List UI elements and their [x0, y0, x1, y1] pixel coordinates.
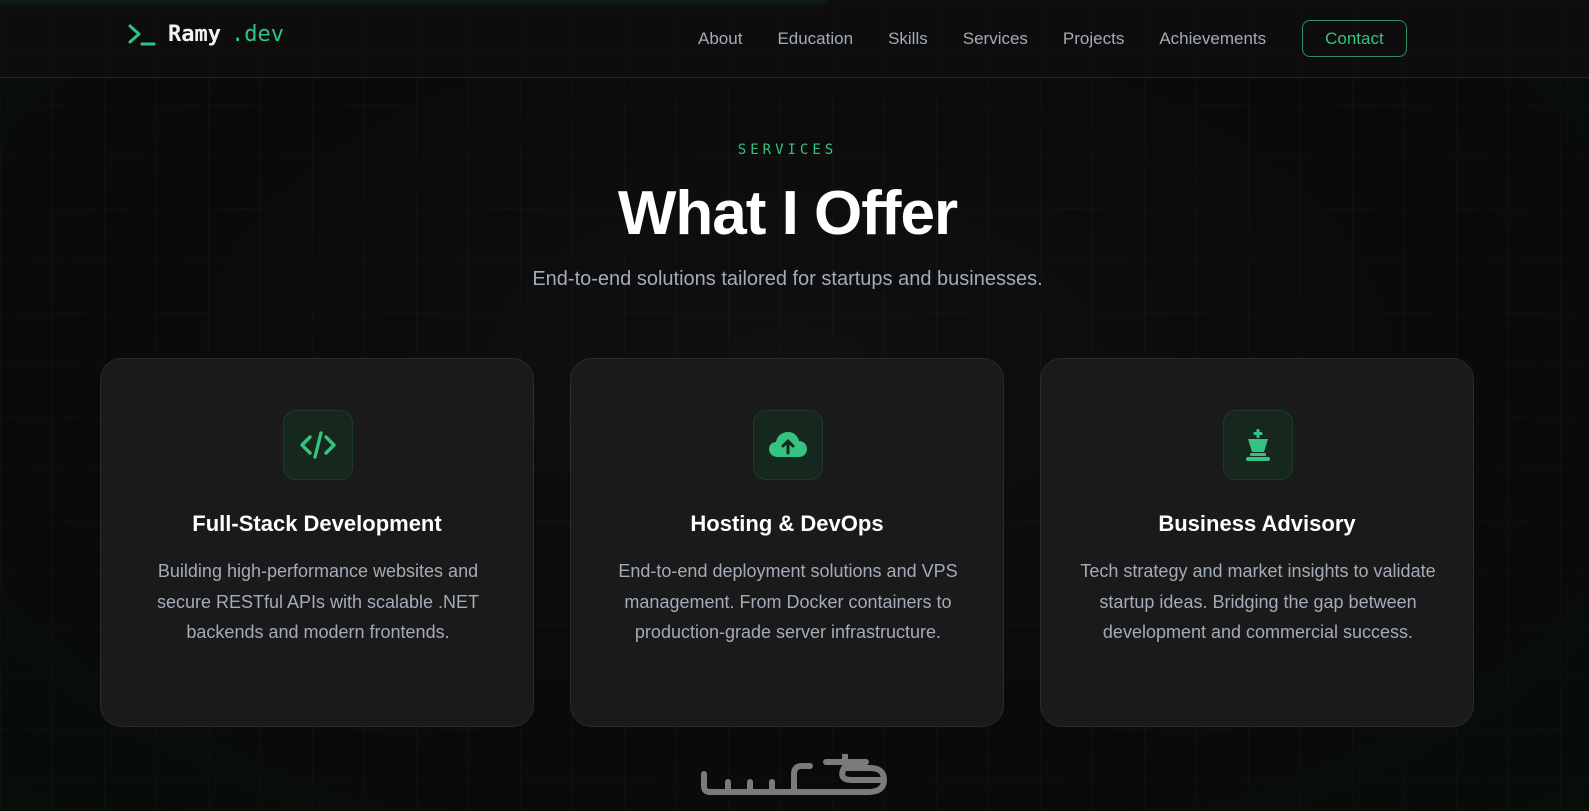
- site-header: Ramy .dev About Education Skills Service…: [0, 0, 1589, 78]
- service-icon-box: [1223, 410, 1293, 480]
- logo-tld: .dev: [230, 22, 284, 47]
- service-icon-box: [283, 410, 353, 480]
- section-title: What I Offer: [617, 179, 958, 248]
- main-nav: About Education Skills Services Projects…: [698, 20, 1407, 57]
- service-description: Building high-performance websites and s…: [156, 561, 480, 642]
- service-description: End-to-end deployment solutions and VPS …: [618, 561, 958, 642]
- nav-link-projects[interactable]: Projects: [1063, 29, 1124, 49]
- service-card-business: Business Advisory Tech strategy and mark…: [1040, 358, 1474, 727]
- nav-link-about[interactable]: About: [698, 29, 742, 49]
- cloud-upload-icon: [769, 432, 807, 457]
- contact-button[interactable]: Contact: [1302, 20, 1407, 57]
- watermark-logo: [701, 754, 887, 795]
- service-card-hosting: Hosting & DevOps End-to-end deployment s…: [570, 358, 1004, 727]
- service-title: Hosting & DevOps: [690, 511, 884, 536]
- nav-link-skills[interactable]: Skills: [888, 29, 928, 49]
- nav-link-services[interactable]: Services: [963, 29, 1028, 49]
- logo-name: Ramy: [168, 22, 221, 47]
- terminal-prompt-icon: [128, 24, 156, 45]
- site-logo[interactable]: Ramy .dev: [128, 22, 284, 47]
- nav-link-achievements[interactable]: Achievements: [1159, 29, 1266, 49]
- code-icon: [300, 431, 336, 459]
- service-card-full-stack: Full-Stack Development Building high-per…: [100, 358, 534, 727]
- service-description: Tech strategy and market insights to val…: [1080, 561, 1436, 642]
- section-subtitle: End-to-end solutions tailored for startu…: [532, 268, 1043, 290]
- service-title: Full-Stack Development: [192, 511, 442, 536]
- nav-link-education[interactable]: Education: [777, 29, 853, 49]
- service-icon-box: [753, 410, 823, 480]
- section-eyebrow: SERVICES: [737, 142, 838, 158]
- service-title: Business Advisory: [1158, 511, 1356, 536]
- chess-king-icon: [1246, 429, 1270, 461]
